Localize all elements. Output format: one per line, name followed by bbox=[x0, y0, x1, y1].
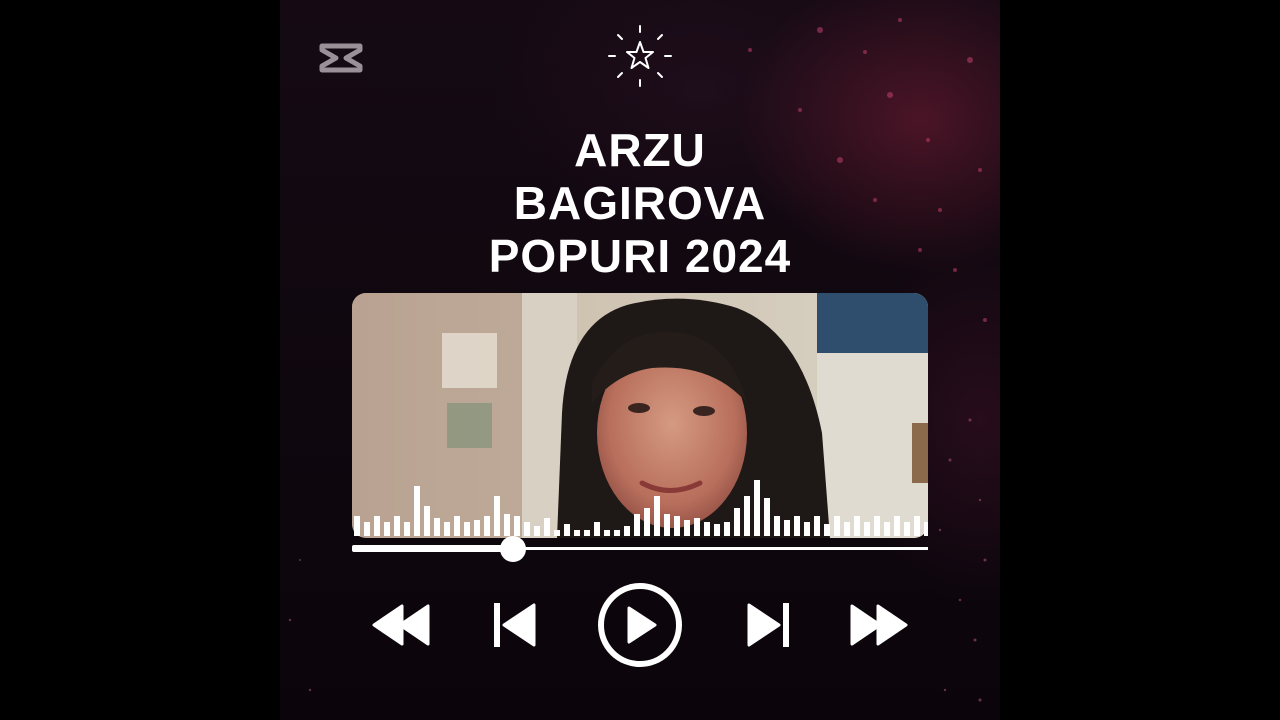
waveform-bar bbox=[734, 508, 740, 536]
waveform-bar bbox=[844, 522, 850, 536]
waveform-bar bbox=[454, 516, 460, 536]
waveform-bar bbox=[674, 516, 680, 536]
waveform-bar bbox=[354, 516, 360, 536]
waveform-bar bbox=[904, 522, 910, 536]
progress-bar[interactable] bbox=[352, 536, 928, 562]
waveform-bar bbox=[624, 526, 630, 536]
waveform-bar bbox=[874, 516, 880, 536]
play-circle-icon bbox=[598, 583, 682, 667]
waveform-bar bbox=[754, 480, 760, 536]
waveform-bar bbox=[644, 508, 650, 536]
waveform-bar bbox=[804, 522, 810, 536]
waveform-bar bbox=[484, 516, 490, 536]
waveform-bar bbox=[584, 530, 590, 536]
waveform-bar bbox=[524, 522, 530, 536]
title-line-3: POPURI 2024 bbox=[488, 230, 792, 282]
playback-controls bbox=[352, 578, 928, 672]
play-button[interactable] bbox=[594, 578, 686, 672]
capcut-logo-icon bbox=[319, 43, 363, 73]
audio-waveform bbox=[354, 480, 928, 536]
rewind-button[interactable] bbox=[370, 578, 434, 672]
waveform-bar bbox=[864, 522, 870, 536]
waveform-bar bbox=[914, 516, 920, 536]
next-button[interactable] bbox=[740, 578, 796, 672]
waveform-bar bbox=[684, 520, 690, 536]
waveform-bar bbox=[654, 496, 660, 536]
waveform-bar bbox=[384, 522, 390, 536]
waveform-bar bbox=[474, 520, 480, 536]
video-frame: ARZU BAGIROVA POPURI 2024 bbox=[0, 0, 1280, 720]
skip-next-icon bbox=[747, 603, 789, 647]
waveform-bar bbox=[434, 518, 440, 536]
waveform-bar bbox=[504, 514, 510, 536]
waveform-bar bbox=[764, 498, 770, 536]
fast-forward-button[interactable] bbox=[846, 578, 910, 672]
music-player-card: ARZU BAGIROVA POPURI 2024 bbox=[280, 0, 1000, 720]
waveform-bar bbox=[374, 516, 380, 536]
waveform-bar bbox=[704, 522, 710, 536]
waveform-bar bbox=[694, 518, 700, 536]
waveform-bar bbox=[604, 530, 610, 536]
title-line-1: ARZU bbox=[574, 124, 706, 176]
waveform-bar bbox=[394, 516, 400, 536]
waveform-bar bbox=[884, 522, 890, 536]
waveform-bar bbox=[404, 522, 410, 536]
waveform-bar bbox=[464, 522, 470, 536]
waveform-bar bbox=[824, 524, 830, 536]
waveform-bar bbox=[664, 514, 670, 536]
waveform-bar bbox=[854, 516, 860, 536]
waveform-bar bbox=[514, 516, 520, 536]
waveform-bar bbox=[774, 516, 780, 536]
waveform-bar bbox=[784, 520, 790, 536]
waveform-bar bbox=[744, 496, 750, 536]
waveform-bar bbox=[714, 524, 720, 536]
rewind-icon bbox=[372, 604, 430, 646]
title-line-2: BAGIROVA bbox=[513, 177, 767, 229]
waveform-bar bbox=[564, 524, 570, 536]
waveform-bar bbox=[724, 522, 730, 536]
waveform-bar bbox=[794, 516, 800, 536]
waveform-bar bbox=[544, 518, 550, 536]
waveform-bar bbox=[634, 514, 640, 536]
fast-forward-icon bbox=[850, 604, 908, 646]
waveform-bar bbox=[614, 530, 620, 536]
waveform-bar bbox=[494, 496, 500, 536]
waveform-bar bbox=[894, 516, 900, 536]
waveform-bar bbox=[424, 506, 430, 536]
song-title: ARZU BAGIROVA POPURI 2024 bbox=[280, 124, 1000, 283]
progress-fill bbox=[352, 545, 514, 552]
waveform-bar bbox=[924, 522, 928, 536]
waveform-bar bbox=[414, 486, 420, 536]
waveform-bar bbox=[554, 530, 560, 536]
waveform-bar bbox=[594, 522, 600, 536]
waveform-bar bbox=[834, 516, 840, 536]
waveform-bar bbox=[574, 530, 580, 536]
previous-button[interactable] bbox=[487, 578, 543, 672]
waveform-bar bbox=[534, 526, 540, 536]
sparkle-star-icon bbox=[608, 25, 672, 87]
skip-previous-icon bbox=[494, 603, 536, 647]
waveform-bar bbox=[364, 522, 370, 536]
waveform-bar bbox=[444, 522, 450, 536]
waveform-bar bbox=[814, 516, 820, 536]
